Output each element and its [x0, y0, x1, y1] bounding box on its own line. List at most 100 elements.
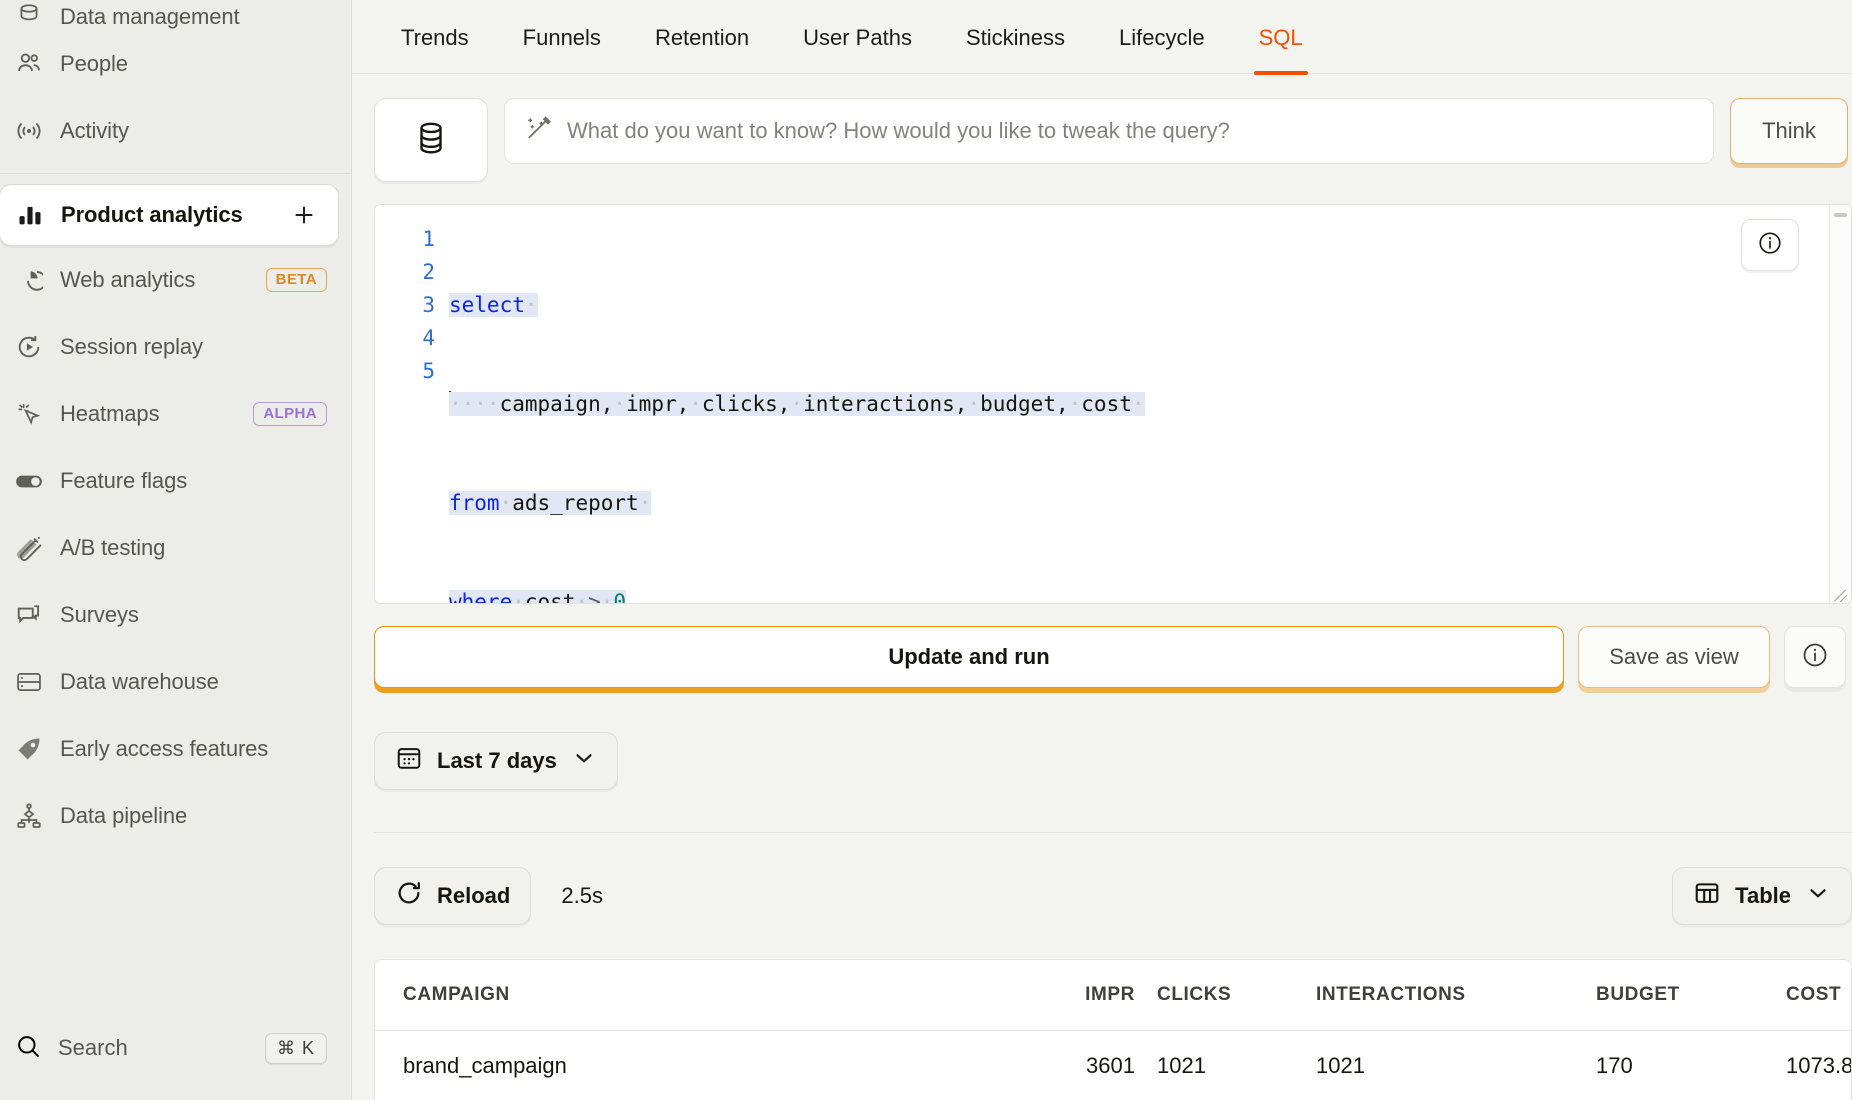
editor-line-numbers: 1 2 3 4 5 — [375, 205, 449, 603]
tab-user-paths[interactable]: User Paths — [776, 25, 939, 73]
sidebar-item-activity[interactable]: Activity — [0, 97, 351, 164]
tab-funnels[interactable]: Funnels — [496, 25, 628, 73]
insight-tabbar: Trends Funnels Retention User Paths Stic… — [352, 0, 1852, 75]
sidebar-search[interactable]: Search ⌘ K — [0, 1020, 351, 1076]
cell-budget: 170 — [1590, 1030, 1760, 1100]
tab-stickiness[interactable]: Stickiness — [939, 25, 1092, 73]
line-number: 1 — [422, 227, 435, 251]
cell-campaign: brand_campaign — [375, 1030, 975, 1100]
database-icon — [412, 119, 450, 162]
chat-bubbles-icon — [14, 600, 44, 630]
table-header-row: CAMPAIGN IMPR CLICKS INTERACTIONS BUDGET… — [375, 960, 1851, 1031]
sidebar-item-label: Session replay — [60, 333, 203, 359]
sidebar-nav: Data management People Activity Product … — [0, 0, 351, 849]
code-line-2: ····campaign,·impr,·clicks,·interactions… — [449, 391, 1145, 416]
tab-sql[interactable]: SQL — [1232, 25, 1330, 75]
toggle-icon — [14, 466, 44, 496]
column-header-interactions[interactable]: INTERACTIONS — [1290, 960, 1590, 1031]
think-button[interactable]: Think — [1730, 98, 1848, 164]
server-icon — [14, 667, 44, 697]
sidebar-item-label: Activity — [60, 117, 129, 143]
ai-prompt-input[interactable]: What do you want to know? How would you … — [504, 98, 1714, 164]
tab-trends[interactable]: Trends — [374, 25, 496, 73]
save-as-view-button[interactable]: Save as view — [1578, 626, 1770, 688]
sidebar-item-data-pipeline[interactable]: Data pipeline — [0, 782, 351, 849]
reload-label: Reload — [437, 883, 511, 908]
bar-chart-icon — [15, 200, 45, 230]
date-range-label: Last 7 days — [437, 748, 557, 773]
status-badge-alpha: ALPHA — [253, 401, 327, 426]
tab-retention[interactable]: Retention — [628, 25, 776, 73]
column-header-campaign[interactable]: CAMPAIGN — [375, 960, 975, 1031]
column-header-budget[interactable]: BUDGET — [1590, 960, 1760, 1031]
sidebar-item-label: Data pipeline — [60, 802, 188, 828]
sidebar-item-feature-flags[interactable]: Feature flags — [0, 447, 351, 514]
database-source-button[interactable] — [374, 98, 488, 182]
search-label: Search — [58, 1035, 128, 1060]
view-type-label: Table — [1735, 883, 1791, 908]
code-line-3: from·ads_report· — [449, 491, 652, 515]
sidebar-item-label: Surveys — [60, 601, 139, 627]
sidebar-item-data-management[interactable]: Data management — [0, 0, 351, 30]
ai-prompt-placeholder: What do you want to know? How would you … — [567, 118, 1230, 143]
results-toolbar: Reload 2.5s Table — [374, 867, 1852, 925]
sidebar-item-label: Early access features — [60, 735, 269, 761]
query-duration: 2.5s — [561, 883, 603, 908]
status-badge-beta: BETA — [265, 267, 327, 292]
line-number: 2 — [422, 260, 435, 284]
column-header-clicks[interactable]: CLICKS — [1135, 960, 1290, 1031]
column-header-impr[interactable]: IMPR — [975, 960, 1135, 1031]
date-range-picker[interactable]: Last 7 days — [374, 732, 618, 790]
sidebar-item-label: Data warehouse — [60, 668, 219, 694]
cell-clicks: 1021 — [1135, 1030, 1290, 1100]
sidebar-item-product-analytics[interactable]: Product analytics — [0, 184, 339, 246]
magic-wand-icon — [525, 115, 553, 148]
refresh-icon — [395, 879, 423, 913]
info-icon — [1801, 641, 1829, 674]
table-row[interactable]: brand_campaign 3601 1021 1021 170 1073.8… — [375, 1030, 1851, 1100]
pipeline-icon — [14, 801, 44, 831]
add-product-analytics-button[interactable] — [291, 198, 317, 232]
activity-broadcast-icon — [14, 116, 44, 146]
sidebar-item-web-analytics[interactable]: Web analytics BETA — [0, 246, 351, 313]
update-and-run-button[interactable]: Update and run — [374, 626, 1564, 688]
view-type-selector[interactable]: Table — [1672, 867, 1852, 925]
play-replay-icon — [14, 332, 44, 362]
search-shortcut-kbd: ⌘ K — [264, 1032, 327, 1064]
column-header-cost[interactable]: COST — [1760, 960, 1851, 1031]
sidebar-item-label: Product analytics — [61, 202, 243, 227]
sql-editor[interactable]: 1 2 3 4 5 select· ····campaign,·impr,·cl… — [374, 204, 1852, 604]
sidebar-item-label: Data management — [60, 4, 240, 30]
line-number: 5 — [422, 359, 435, 383]
sidebar-item-ab-testing[interactable]: A/B testing — [0, 514, 351, 581]
sidebar-item-heatmaps[interactable]: Heatmaps ALPHA — [0, 380, 351, 447]
sidebar-item-label: A/B testing — [60, 534, 166, 560]
sidebar-item-surveys[interactable]: Surveys — [0, 581, 351, 648]
editor-scrollbar[interactable] — [1829, 205, 1851, 603]
editor-resize-handle[interactable] — [1830, 582, 1848, 603]
main-panel: Trends Funnels Retention User Paths Stic… — [352, 0, 1852, 1100]
sidebar-item-early-access-features[interactable]: Early access features — [0, 715, 351, 782]
cell-impr: 3601 — [975, 1030, 1135, 1100]
pie-chart-icon — [14, 265, 44, 295]
scrollbar-thumb[interactable] — [1834, 213, 1847, 217]
sidebar-item-session-replay[interactable]: Session replay — [0, 313, 351, 380]
editor-info-button[interactable] — [1741, 219, 1799, 271]
table-header: CAMPAIGN IMPR CLICKS INTERACTIONS BUDGET… — [375, 960, 1851, 1031]
line-number: 3 — [422, 293, 435, 317]
search-icon — [14, 1032, 42, 1065]
table-icon — [1693, 879, 1721, 913]
flask-icon — [14, 533, 44, 563]
reload-button[interactable]: Reload — [374, 867, 532, 925]
sidebar-item-data-warehouse[interactable]: Data warehouse — [0, 648, 351, 715]
tab-lifecycle[interactable]: Lifecycle — [1092, 25, 1232, 73]
sidebar-item-people[interactable]: People — [0, 30, 351, 97]
sidebar-item-label: Feature flags — [60, 467, 188, 493]
code-line-4: where·cost·>·0 — [449, 586, 1851, 603]
results-table: CAMPAIGN IMPR CLICKS INTERACTIONS BUDGET… — [374, 959, 1852, 1100]
chevron-down-icon — [1805, 880, 1831, 912]
ai-prompt-row: What do you want to know? How would you … — [352, 74, 1852, 182]
results-table-element: CAMPAIGN IMPR CLICKS INTERACTIONS BUDGET… — [375, 960, 1851, 1100]
editor-code-area[interactable]: select· ····campaign,·impr,·clicks,·inte… — [449, 205, 1851, 603]
actions-info-button[interactable] — [1784, 626, 1846, 688]
